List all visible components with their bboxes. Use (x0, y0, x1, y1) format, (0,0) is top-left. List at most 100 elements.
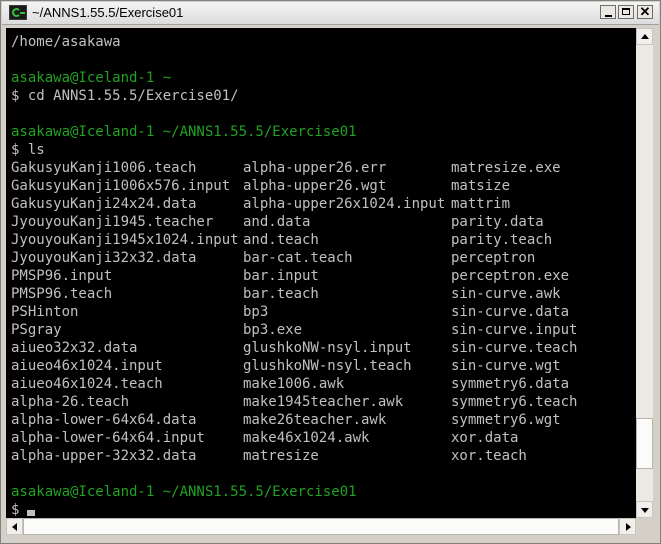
ls-row: alpha-lower-64x64.input make46x1024.awk xo… (11, 429, 636, 447)
arrow-right-icon (626, 523, 631, 531)
file-name: alpha-upper-32x32.data (11, 448, 197, 464)
command-line-ls: $ ls (11, 142, 45, 158)
file-name: glushkoNW-nsyl.teach (243, 358, 412, 374)
file-name: xor.teach (451, 448, 527, 464)
ls-row: alpha-upper-32x32.data matresize xor.teach (11, 447, 636, 465)
arrow-down-icon (641, 508, 649, 513)
ls-row: alpha-lower-64x64.data make26teacher.awk s… (11, 411, 636, 429)
prompt-line: asakawa@Iceland-1 ~ (11, 70, 172, 86)
ls-row: GakusyuKanji24x24.data alpha-upper26x1024… (11, 195, 636, 213)
file-name: make46x1024.awk (243, 430, 370, 446)
shell-prompt-symbol: $ (11, 502, 20, 518)
horizontal-scroll-thumb[interactable] (23, 518, 619, 535)
file-name: bar.teach (243, 286, 319, 302)
ls-row: PSHinton bp3 sin-curve.data (11, 303, 636, 321)
terminal-window: ~/ANNS1.55.5/Exercise01 ✕ /home/asakawa … (0, 0, 661, 544)
file-name: bar-cat.teach (243, 250, 353, 266)
file-name: PSHinton (11, 304, 79, 320)
ls-row: aiueo32x32.data glushkoNW-nsyl.input sin-c… (11, 339, 636, 357)
file-name: perceptron (451, 250, 536, 266)
file-name: bar.input (243, 268, 319, 284)
ls-row: aiueo46x1024.teach make1006.awk symmetry6.… (11, 375, 636, 393)
file-name: alpha-upper26.err (243, 160, 387, 176)
ls-row: JyouyouKanji1945x1024.input and.teach pari… (11, 231, 636, 249)
file-name: GakusyuKanji1006.teach (11, 160, 197, 176)
horizontal-scrollbar[interactable] (6, 518, 653, 535)
file-name: JyouyouKanji1945x1024.input (11, 232, 239, 248)
text-cursor (27, 510, 36, 516)
prompt-line: asakawa@Iceland-1 ~/ANNS1.55.5/Exercise0… (11, 484, 357, 500)
ls-row: alpha-26.teach make1945teacher.awk symmetr… (11, 393, 636, 411)
scroll-down-button[interactable] (636, 501, 653, 518)
file-name: symmetry6.wgt (451, 412, 561, 428)
ls-row: JyouyouKanji1945.teacher and.data parity.d… (11, 213, 636, 231)
scroll-up-button[interactable] (636, 28, 653, 45)
file-name: bp3.exe (243, 322, 303, 338)
command-line-cd: $ cd ANNS1.55.5/Exercise01/ (11, 88, 239, 104)
file-name: alpha-26.teach (11, 394, 130, 410)
file-name: xor.data (451, 430, 519, 446)
file-name: and.data (243, 214, 311, 230)
file-name: PSgray (11, 322, 62, 338)
ls-row: GakusyuKanji1006.teach alpha-upper26.err m… (11, 159, 636, 177)
title-bar[interactable]: ~/ANNS1.55.5/Exercise01 ✕ (2, 2, 659, 25)
close-button[interactable]: ✕ (637, 4, 653, 19)
file-name: matresize.exe (451, 160, 561, 176)
window-title: ~/ANNS1.55.5/Exercise01 (32, 5, 184, 20)
file-name: GakusyuKanji24x24.data (11, 196, 197, 212)
file-name: alpha-upper26x1024.input (243, 196, 446, 212)
file-name: sin-curve.teach (451, 340, 578, 356)
file-name: glushkoNW-nsyl.input (243, 340, 412, 356)
file-name: sin-curve.input (451, 322, 578, 338)
scroll-right-button[interactable] (619, 518, 636, 535)
file-name: PMSP96.teach (11, 286, 113, 302)
file-name: symmetry6.data (451, 376, 570, 392)
ls-output: GakusyuKanji1006.teach alpha-upper26.err m… (11, 159, 636, 465)
terminal-output[interactable]: /home/asakawa asakawa@Iceland-1 ~ $ cd A… (6, 28, 636, 518)
ls-row: GakusyuKanji1006x576.input alpha-upper26.… (11, 177, 636, 195)
file-name: aiueo32x32.data (11, 340, 138, 356)
file-name: JyouyouKanji32x32.data (11, 250, 197, 266)
file-name: aiueo46x1024.teach (11, 376, 163, 392)
file-name: PMSP96.input (11, 268, 113, 284)
file-name: alpha-lower-64x64.input (11, 430, 205, 446)
file-name: matresize (243, 448, 319, 464)
file-name: parity.data (451, 214, 544, 230)
ls-row: PMSP96.teach bar.teach sin-curve.awk (11, 285, 636, 303)
file-name: make1945teacher.awk (243, 394, 404, 410)
ls-row: PSgray bp3.exe sin-curve.input (11, 321, 636, 339)
file-name: bp3 (243, 304, 269, 320)
command-line-current[interactable]: $ (11, 501, 636, 518)
file-name: sin-curve.awk (451, 286, 561, 302)
file-name: make1006.awk (243, 376, 345, 392)
terminal-app-icon[interactable] (9, 5, 27, 20)
file-name: sin-curve.wgt (451, 358, 561, 374)
file-name: parity.teach (451, 232, 553, 248)
maximize-button[interactable] (618, 5, 634, 19)
size-grip[interactable] (636, 518, 653, 535)
file-name: alpha-lower-64x64.data (11, 412, 197, 428)
arrow-left-icon (12, 523, 17, 531)
file-name: matsize (451, 178, 511, 194)
prompt-line: asakawa@Iceland-1 ~/ANNS1.55.5/Exercise0… (11, 124, 357, 140)
file-name: and.teach (243, 232, 319, 248)
file-name: JyouyouKanji1945.teacher (11, 214, 214, 230)
ls-row: PMSP96.input bar.input perceptron.exe (11, 267, 636, 285)
file-name: make26teacher.awk (243, 412, 387, 428)
minimize-button[interactable] (600, 5, 616, 19)
close-icon: ✕ (639, 4, 651, 19)
scroll-left-button[interactable] (6, 518, 23, 535)
maximize-icon (622, 8, 630, 15)
file-name: alpha-upper26.wgt (243, 178, 387, 194)
file-name: aiueo46x1024.input (11, 358, 163, 374)
file-name: symmetry6.teach (451, 394, 578, 410)
file-name: mattrim (451, 196, 511, 212)
vertical-scroll-thumb[interactable] (636, 417, 653, 469)
minimize-icon (605, 15, 612, 17)
ls-row: aiueo46x1024.input glushkoNW-nsyl.teach si… (11, 357, 636, 375)
arrow-up-icon (641, 34, 649, 39)
vertical-scrollbar[interactable] (636, 28, 653, 518)
ls-row: JyouyouKanji32x32.data bar-cat.teach perce… (11, 249, 636, 267)
